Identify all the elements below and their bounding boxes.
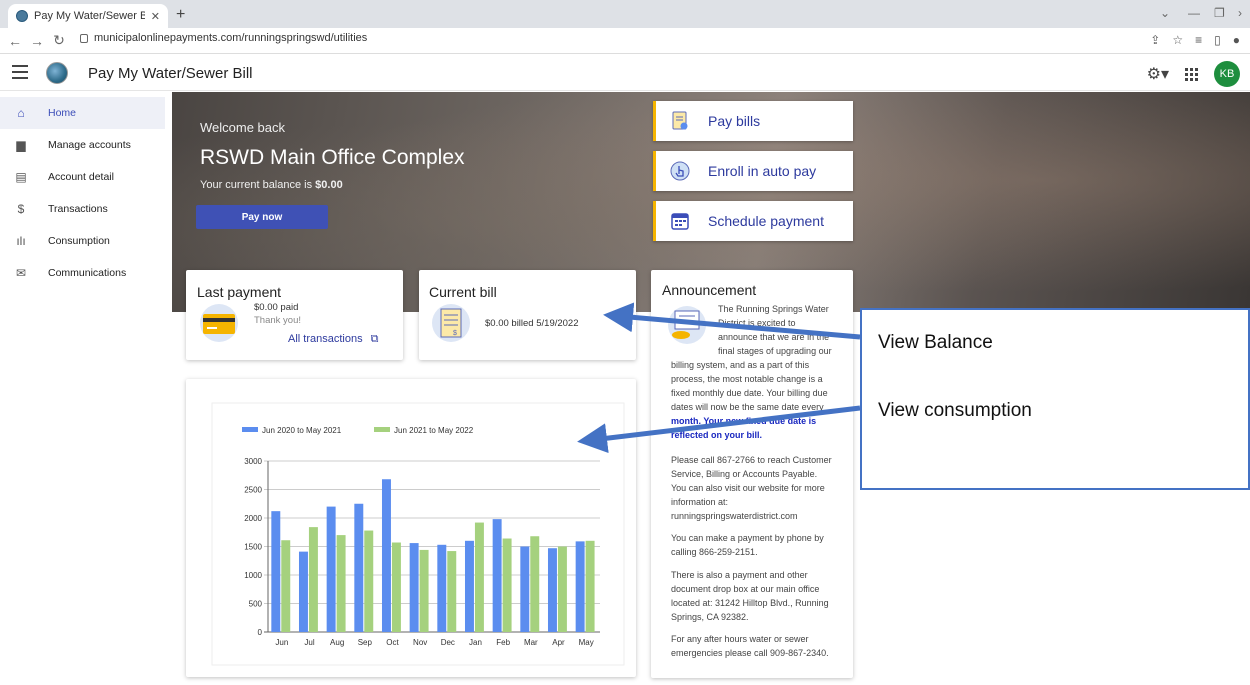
arrow-to-consumption	[577, 405, 861, 454]
annotation-arrows	[577, 302, 861, 454]
arrow-to-balance	[603, 302, 861, 340]
